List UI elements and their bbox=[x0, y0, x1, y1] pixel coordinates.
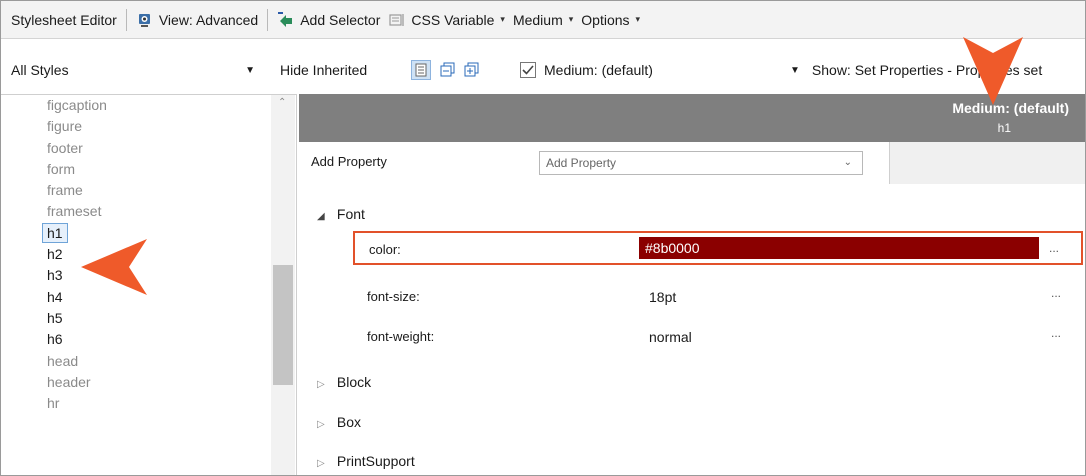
add-property-dropdown[interactable]: Add Property ⌄ bbox=[539, 151, 863, 175]
group-box[interactable]: ▷ Box bbox=[317, 414, 361, 430]
style-filter-dropdown[interactable]: All Styles ▼ bbox=[11, 50, 261, 90]
view-advanced-button[interactable]: View: Advanced bbox=[132, 1, 262, 38]
value-column-header bbox=[889, 142, 1085, 184]
property-edit-button[interactable]: ... bbox=[1051, 286, 1061, 300]
selector-list-item[interactable]: header bbox=[1, 372, 271, 393]
view-icon bbox=[136, 11, 154, 29]
expand-all-icon[interactable] bbox=[462, 60, 482, 80]
css-variable-menu[interactable]: CSS Variable ▾ bbox=[384, 1, 509, 38]
add-selector-icon bbox=[277, 11, 295, 29]
properties-pane: Medium: (default) h1 Add Property Add Pr… bbox=[299, 94, 1085, 475]
property-row-color[interactable]: color: #8b0000 ... bbox=[353, 231, 1083, 265]
property-row-font-weight[interactable]: font-weight: normal ... bbox=[353, 320, 1085, 354]
callout-arrow-down-icon bbox=[963, 37, 1023, 105]
selector-list-item[interactable]: frameset bbox=[1, 201, 271, 222]
selector-list-scrollbar[interactable]: ⌃ bbox=[271, 95, 295, 475]
toolbar-separator bbox=[267, 8, 269, 31]
selector-list-item[interactable]: figure bbox=[1, 116, 271, 137]
dropdown-caret-icon: ▾ bbox=[500, 14, 505, 24]
list-view-icon[interactable] bbox=[411, 60, 431, 80]
selector-list-item[interactable]: form bbox=[1, 159, 271, 180]
add-property-label: Add Property bbox=[311, 154, 387, 169]
medium-checkbox[interactable]: Medium: (default) bbox=[520, 50, 653, 90]
property-edit-button[interactable]: ... bbox=[1049, 241, 1059, 255]
dropdown-arrow-icon: ▼ bbox=[245, 64, 255, 76]
selector-list-item[interactable]: head bbox=[1, 351, 271, 372]
toolbar-separator bbox=[125, 8, 127, 31]
stylesheet-editor-window: Stylesheet Editor View: Advanced Add Sel… bbox=[0, 0, 1086, 476]
collapsed-triangle-icon: ▷ bbox=[317, 458, 325, 469]
add-property-row: Add Property Add Property ⌄ bbox=[299, 142, 1085, 184]
main-toolbar: Stylesheet Editor View: Advanced Add Sel… bbox=[1, 1, 1085, 39]
group-printsupport[interactable]: ▷ PrintSupport bbox=[317, 453, 415, 469]
scroll-up-icon[interactable]: ⌃ bbox=[278, 97, 286, 108]
color-value-swatch[interactable]: #8b0000 bbox=[639, 237, 1039, 259]
dropdown-arrow-icon: ▼ bbox=[790, 64, 800, 76]
show-properties-dropdown[interactable]: ▼ Show: Set Properties - Properties set bbox=[790, 50, 1085, 90]
chevron-down-icon: ⌄ bbox=[843, 157, 852, 168]
filter-toolbar: All Styles ▼ Hide Inherited Medium: (def… bbox=[1, 50, 1085, 90]
property-value[interactable]: 18pt bbox=[643, 286, 676, 308]
property-edit-button[interactable]: ... bbox=[1051, 326, 1061, 340]
css-variable-icon bbox=[388, 11, 406, 29]
selector-list-item[interactable]: hr bbox=[1, 393, 271, 414]
collapse-all-icon[interactable] bbox=[438, 60, 458, 80]
property-name: font-size: bbox=[367, 289, 420, 304]
group-block[interactable]: ▷ Block bbox=[317, 374, 371, 390]
collapsed-triangle-icon: ▷ bbox=[317, 379, 325, 390]
selector-name: h1 bbox=[997, 121, 1011, 135]
add-selector-button[interactable]: Add Selector bbox=[273, 1, 384, 38]
property-value[interactable]: normal bbox=[643, 326, 692, 348]
dropdown-caret-icon: ▾ bbox=[635, 14, 641, 24]
options-menu[interactable]: Options ▾ bbox=[577, 1, 644, 38]
hide-inherited-toggle[interactable]: Hide Inherited bbox=[280, 50, 367, 90]
checkbox-checked-icon bbox=[520, 62, 536, 78]
selector-list-item[interactable]: frame bbox=[1, 180, 271, 201]
group-font[interactable]: ◢ Font bbox=[317, 206, 365, 222]
selector-list-item[interactable]: h5 bbox=[1, 308, 271, 329]
callout-arrow-left-icon bbox=[81, 239, 147, 295]
property-name: color: bbox=[369, 242, 401, 257]
editor-title: Stylesheet Editor bbox=[11, 11, 117, 28]
scrollbar-thumb[interactable] bbox=[273, 265, 293, 385]
medium-menu[interactable]: Medium ▾ bbox=[509, 1, 577, 38]
selector-list-item[interactable]: h6 bbox=[1, 329, 271, 350]
collapsed-triangle-icon: ▷ bbox=[317, 419, 325, 430]
dropdown-caret-icon: ▾ bbox=[568, 14, 574, 24]
selector-list-item[interactable]: footer bbox=[1, 138, 271, 159]
expanded-triangle-icon: ◢ bbox=[317, 211, 325, 222]
selector-list-item[interactable]: figcaption bbox=[1, 95, 271, 116]
property-row-font-size[interactable]: font-size: 18pt ... bbox=[353, 280, 1085, 314]
property-name: font-weight: bbox=[367, 329, 435, 344]
